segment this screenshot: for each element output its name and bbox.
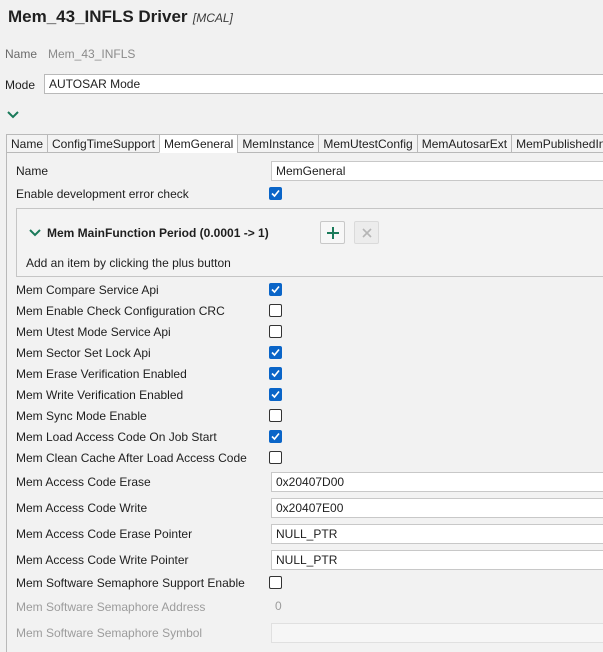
semaphore-address-input: 0	[275, 599, 282, 613]
page-title: Mem_43_INFLS Driver	[8, 7, 188, 26]
general-name-input[interactable]: MemGeneral	[271, 161, 603, 181]
page-tag: [MCAL]	[192, 11, 233, 25]
semaphore-support-label: Mem Software Semaphore Support Enable	[16, 576, 245, 590]
tab-name[interactable]: Name	[6, 134, 48, 153]
group-title: Mem MainFunction Period (0.0001 -> 1)	[47, 226, 269, 240]
close-icon	[362, 228, 372, 238]
check-icon	[271, 285, 280, 294]
field-label: Mem Access Code Write	[16, 501, 148, 515]
general-name-label: Name	[16, 164, 49, 178]
erase-verification-checkbox[interactable]	[269, 367, 282, 380]
plus-icon	[327, 227, 339, 239]
add-item-button[interactable]	[320, 221, 345, 244]
tab-config-time-support[interactable]: ConfigTimeSupport	[47, 134, 159, 153]
access-code-write-input[interactable]: 0x20407E00	[271, 498, 603, 518]
dev-error-label: Enable development error check	[16, 187, 189, 201]
clean-cache-checkbox[interactable]	[269, 451, 282, 464]
semaphore-symbol-label: Mem Software Semaphore Symbol	[16, 626, 203, 640]
check-icon	[271, 189, 280, 198]
field-label: Mem Access Code Write Pointer	[16, 553, 189, 567]
tab-mem-published-inf[interactable]: MemPublishedInf	[511, 134, 603, 153]
tab-bar: Name ConfigTimeSupport MemGeneral MemIns…	[6, 134, 603, 153]
check-config-crc-checkbox[interactable]	[269, 304, 282, 317]
field-label: Mem Access Code Erase Pointer	[16, 527, 193, 541]
tab-mem-general[interactable]: MemGeneral	[158, 134, 238, 153]
semaphore-support-checkbox[interactable]	[269, 576, 282, 589]
mode-select[interactable]: AUTOSAR Mode	[44, 74, 603, 94]
checkbox-label: Mem Compare Service Api	[16, 283, 159, 297]
check-icon	[271, 390, 280, 399]
write-verification-checkbox[interactable]	[269, 388, 282, 401]
remove-item-button[interactable]	[354, 221, 379, 244]
checkbox-label: Mem Utest Mode Service Api	[16, 325, 171, 339]
group-hint: Add an item by clicking the plus button	[26, 256, 231, 270]
field-label: Mem Access Code Erase	[16, 475, 151, 489]
tab-mem-autosar-ext[interactable]: MemAutosarExt	[416, 134, 512, 153]
page-header: Mem_43_INFLS Driver [MCAL]	[8, 7, 233, 33]
compare-service-api-checkbox[interactable]	[269, 283, 282, 296]
checkbox-label: Mem Sync Mode Enable	[16, 409, 147, 423]
utest-mode-service-api-checkbox[interactable]	[269, 325, 282, 338]
access-code-erase-pointer-input[interactable]: NULL_PTR	[271, 524, 603, 544]
main-function-period-group: Mem MainFunction Period (0.0001 -> 1) Ad…	[16, 208, 603, 277]
checkbox-label: Mem Write Verification Enabled	[16, 388, 184, 402]
checkbox-label: Mem Enable Check Configuration CRC	[16, 304, 225, 318]
dev-error-checkbox[interactable]	[269, 187, 282, 200]
access-code-erase-input[interactable]: 0x20407D00	[271, 472, 603, 492]
semaphore-address-label: Mem Software Semaphore Address	[16, 600, 206, 614]
name-value: Mem_43_INFLS	[48, 47, 136, 61]
semaphore-symbol-input	[271, 623, 603, 643]
checkbox-label: Mem Erase Verification Enabled	[16, 367, 187, 381]
checkbox-label: Mem Load Access Code On Job Start	[16, 430, 217, 444]
load-access-code-checkbox[interactable]	[269, 430, 282, 443]
tab-mem-instance[interactable]: MemInstance	[237, 134, 319, 153]
check-icon	[271, 432, 280, 441]
chevron-down-icon[interactable]	[29, 229, 41, 237]
name-label: Name	[5, 47, 38, 61]
access-code-write-pointer-input[interactable]: NULL_PTR	[271, 550, 603, 570]
checkbox-label: Mem Sector Set Lock Api	[16, 346, 151, 360]
mode-value: AUTOSAR Mode	[49, 77, 141, 91]
check-icon	[271, 348, 280, 357]
mode-label: Mode	[5, 78, 36, 92]
chevron-down-icon[interactable]	[6, 110, 20, 120]
tab-mem-utest-config[interactable]: MemUtestConfig	[318, 134, 417, 153]
check-icon	[271, 369, 280, 378]
sync-mode-enable-checkbox[interactable]	[269, 409, 282, 422]
sector-set-lock-api-checkbox[interactable]	[269, 346, 282, 359]
checkbox-label: Mem Clean Cache After Load Access Code	[16, 451, 247, 465]
